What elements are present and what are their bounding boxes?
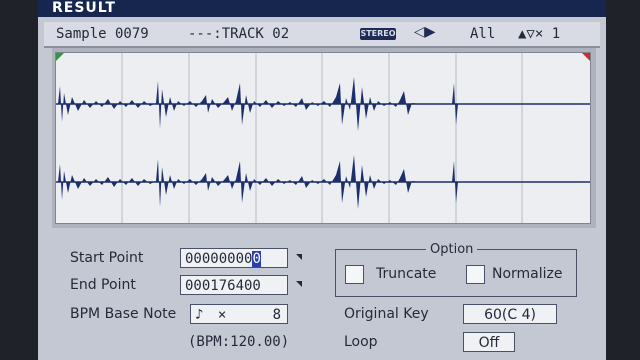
note-multiplier: × bbox=[217, 307, 227, 323]
original-key-value: 60(C 4) bbox=[484, 307, 536, 323]
end-marker-icon[interactable] bbox=[582, 53, 590, 61]
normalize-checkbox[interactable] bbox=[466, 265, 485, 284]
result-screen: RESULT Sample 0079 ---:TRACK 02 STEREO ◁… bbox=[38, 0, 606, 360]
loop-label: Loop bbox=[344, 334, 378, 350]
end-point-marker-icon bbox=[296, 281, 302, 287]
note-icon: ♪ bbox=[195, 307, 204, 323]
start-point-marker-icon bbox=[296, 254, 302, 260]
waveform-graphic bbox=[56, 53, 590, 223]
sample-name: Sample 0079 bbox=[56, 26, 149, 42]
end-point-field[interactable]: 000176400 bbox=[180, 275, 288, 295]
stereo-badge: STEREO bbox=[360, 28, 396, 40]
loop-field[interactable]: Off bbox=[463, 332, 515, 352]
track-name: ---:TRACK 02 bbox=[188, 26, 290, 42]
bpm-base-note-label: BPM Base Note bbox=[70, 306, 177, 322]
bpm-base-note-field[interactable]: ♪ × 8 bbox=[190, 304, 288, 324]
screen-title: RESULT bbox=[52, 0, 116, 16]
left-right-arrows-icon[interactable]: ◁▶ bbox=[414, 24, 436, 40]
loop-value: Off bbox=[478, 335, 500, 351]
start-point-cursor: 0 bbox=[252, 251, 261, 267]
truncate-checkbox[interactable] bbox=[345, 265, 364, 284]
waveform-frame bbox=[52, 48, 596, 228]
original-key-label: Original Key bbox=[344, 306, 429, 322]
normalize-label: Normalize bbox=[492, 266, 563, 282]
start-point-field[interactable]: 000000000 bbox=[180, 248, 288, 268]
option-title: Option bbox=[426, 242, 478, 257]
start-marker-icon[interactable] bbox=[56, 53, 64, 61]
note-value: 8 bbox=[272, 307, 281, 323]
bpm-display: (BPM:120.00) bbox=[188, 334, 290, 350]
title-bar: RESULT bbox=[38, 0, 606, 17]
channel-select[interactable]: All bbox=[470, 26, 495, 42]
waveform-display[interactable] bbox=[55, 52, 591, 224]
original-key-field[interactable]: 60(C 4) bbox=[463, 304, 557, 324]
end-point-label: End Point bbox=[70, 277, 136, 293]
truncate-label: Truncate bbox=[376, 266, 437, 282]
end-point-value: 000176400 bbox=[185, 278, 261, 294]
start-point-value: 00000000 bbox=[185, 251, 253, 267]
start-point-label: Start Point bbox=[70, 250, 144, 266]
zoom-level[interactable]: ▲▽× 1 bbox=[518, 26, 560, 42]
